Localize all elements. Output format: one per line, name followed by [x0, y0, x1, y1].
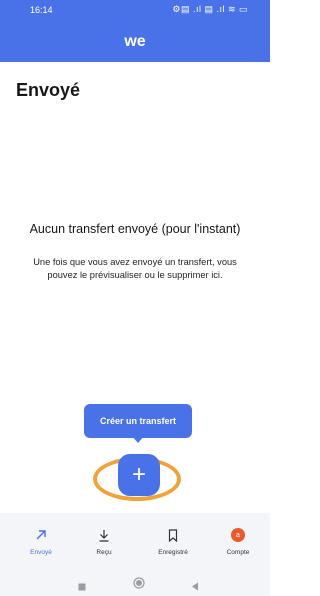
nav-item-recu[interactable]: Reçu	[76, 513, 132, 570]
status-bar: 16:14 ⚙▤ .ıl ▤ .ıl ≋ ▭	[0, 0, 270, 22]
app-bar: we	[0, 22, 270, 62]
arrow-up-right-icon	[13, 527, 69, 543]
page-title: Envoyé	[16, 80, 81, 100]
nav-item-enregistre[interactable]: Enregistré	[145, 513, 201, 570]
status-time: 16:14	[30, 5, 53, 15]
avatar-icon: a	[231, 528, 245, 542]
nav-item-compte[interactable]: a Compte	[210, 513, 266, 570]
create-transfer-tooltip[interactable]: Créer un transfert	[84, 404, 192, 438]
bottom-nav: Envoyé Reçu Enregistré a Compte	[0, 513, 270, 570]
empty-state-description: Une fois que vous avez envoyé un transfe…	[33, 257, 237, 280]
empty-state-title: Aucun transfert envoyé (pour l'instant)	[29, 222, 241, 236]
home-icon[interactable]	[133, 576, 145, 594]
tooltip-arrow	[132, 436, 144, 443]
nav-item-envoye[interactable]: Envoyé	[13, 513, 69, 570]
avatar-icon-wrap: a	[210, 527, 266, 543]
create-transfer-button[interactable]: +	[118, 454, 160, 496]
tooltip-label: Créer un transfert	[99, 416, 177, 426]
bookmark-icon	[145, 527, 201, 543]
status-icons: ⚙▤ .ıl ▤ .ıl ≋ ▭	[172, 4, 248, 14]
nav-label-recu: Reçu	[96, 549, 112, 556]
recents-icon[interactable]	[78, 578, 86, 596]
back-icon[interactable]	[191, 578, 199, 596]
nav-label-envoye: Envoyé	[30, 549, 52, 556]
plus-icon: +	[131, 461, 146, 488]
we-logo: we	[124, 33, 146, 50]
system-nav-bar	[0, 570, 270, 596]
download-icon	[76, 527, 132, 543]
nav-label-enregistre: Enregistré	[158, 549, 188, 556]
nav-label-compte: Compte	[226, 549, 250, 556]
